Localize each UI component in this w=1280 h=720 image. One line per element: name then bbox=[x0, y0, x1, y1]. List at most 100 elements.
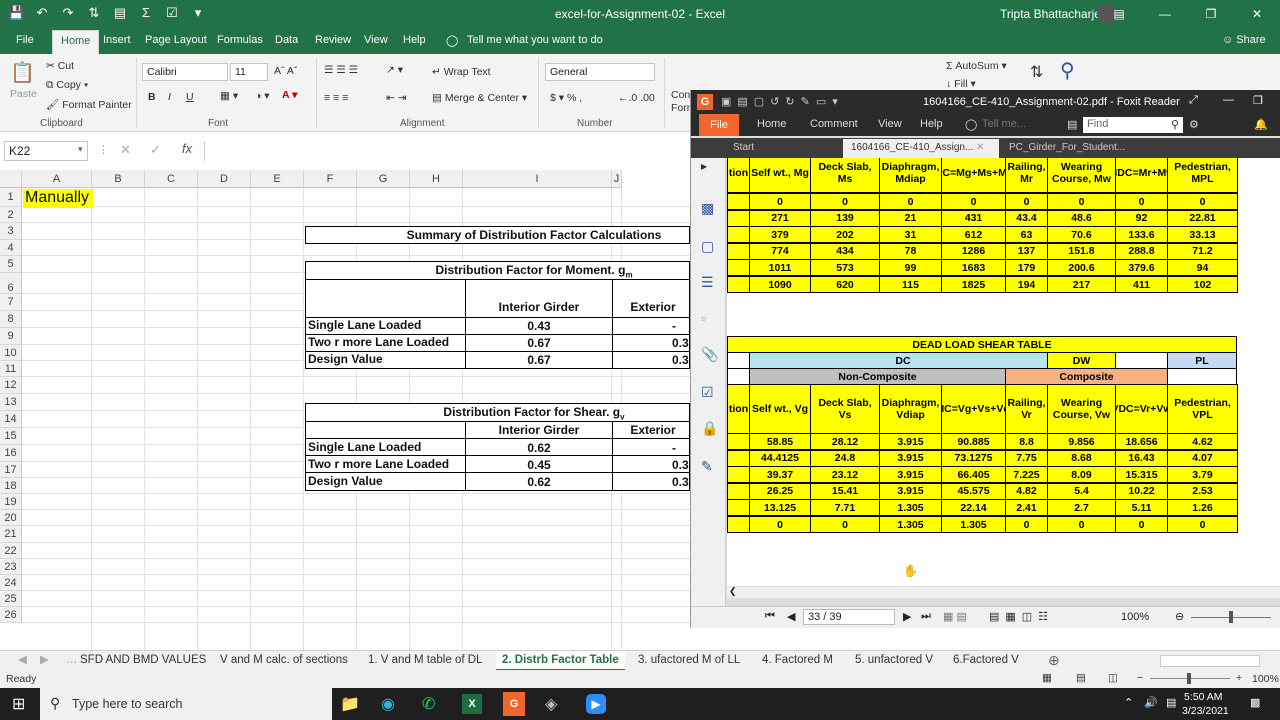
column-header[interactable]: H bbox=[410, 170, 463, 188]
sheet-tab-distrb-factor[interactable]: 2. Distrb Factor Table bbox=[496, 651, 625, 671]
next-sheet-icon[interactable]: ▶ bbox=[40, 651, 49, 671]
column-header[interactable]: B bbox=[92, 170, 145, 188]
wrap-text-button[interactable]: ↵ Wrap Text bbox=[432, 66, 491, 78]
comment-panel-icon[interactable]: ▫ bbox=[701, 310, 706, 326]
underline-button[interactable]: U bbox=[186, 91, 194, 103]
zoom-in-icon[interactable]: + bbox=[1236, 672, 1242, 684]
cut-button[interactable]: ✂ Cut bbox=[46, 60, 74, 72]
tab-page-layout[interactable]: Page Layout bbox=[145, 34, 207, 46]
font-size-dropdown[interactable]: 11 bbox=[230, 63, 268, 81]
zoom-out-icon[interactable]: − bbox=[1137, 672, 1143, 684]
moment-int-design[interactable]: 0.67 bbox=[466, 353, 612, 367]
close-icon[interactable]: ✕ bbox=[1234, 0, 1280, 28]
shear-ext-two[interactable]: 0.3 bbox=[672, 458, 690, 472]
cancel-icon[interactable]: ✕ bbox=[120, 142, 131, 158]
last-page-icon[interactable]: ⏭ bbox=[921, 610, 931, 623]
row-header[interactable]: 16 bbox=[0, 445, 22, 462]
whatsapp-icon[interactable]: ✆ bbox=[422, 694, 435, 714]
row-header[interactable]: 25 bbox=[0, 591, 22, 607]
tell-me-search[interactable]: Tell me what you want to do bbox=[467, 34, 603, 46]
autosum-button[interactable]: Σ AutoSum ▾ bbox=[946, 60, 1007, 72]
font-grow-icon[interactable]: Aˆ Aˇ bbox=[274, 65, 297, 77]
share-button[interactable]: ☺ Share bbox=[1222, 34, 1266, 46]
horizontal-scrollbar[interactable] bbox=[1160, 655, 1260, 667]
pdf-zoom-level[interactable]: 100% bbox=[1121, 611, 1149, 623]
foxit-taskbar-icon[interactable]: G bbox=[503, 692, 525, 716]
moment-int-two[interactable]: 0.67 bbox=[466, 336, 612, 350]
prev-page-icon[interactable]: ◀ bbox=[787, 610, 795, 623]
first-page-icon[interactable]: ⏮ bbox=[765, 610, 775, 623]
pdf-find-options-icon[interactable]: ▤ bbox=[1067, 118, 1077, 131]
taskbar-time[interactable]: 5:50 AM bbox=[1184, 691, 1223, 703]
pdf-quick-tools-icon[interactable]: ▣▤▢↺↻✎▭▾ bbox=[721, 95, 844, 108]
more-sheets-icon[interactable]: … bbox=[66, 651, 78, 671]
edge-browser-icon[interactable]: ◉ bbox=[381, 694, 395, 714]
next-page-icon[interactable]: ▶ bbox=[903, 610, 911, 623]
sheet-tab-v-m-table[interactable]: 1. V and M table of DL bbox=[368, 651, 482, 671]
prev-sheet-icon[interactable]: ◀ bbox=[18, 651, 27, 671]
zoom-slider-thumb[interactable] bbox=[1187, 673, 1191, 684]
column-header[interactable]: D bbox=[198, 170, 251, 188]
app-taskbar-icon[interactable]: ◈ bbox=[545, 694, 557, 714]
shear-ext-design[interactable]: 0.3 bbox=[672, 475, 690, 489]
sheet-tab-v-m-calc[interactable]: V and M calc. of sections bbox=[220, 651, 348, 671]
pdf-zoom-out-icon[interactable]: ⊖ bbox=[1175, 610, 1184, 623]
layers-icon[interactable]: ☰ bbox=[701, 274, 714, 291]
tab-insert[interactable]: Insert bbox=[103, 34, 131, 46]
paste-button[interactable]: Paste bbox=[10, 88, 37, 100]
layout-icons[interactable]: ▦ ▤ bbox=[943, 610, 967, 623]
row-header[interactable]: 24 bbox=[0, 575, 22, 591]
row-header[interactable]: 4 bbox=[0, 240, 22, 256]
conditional-format-label[interactable]: Con bbox=[671, 89, 690, 101]
row-header[interactable]: 6 bbox=[0, 273, 22, 294]
pdf-menu-help[interactable]: Help bbox=[920, 118, 943, 130]
row-header[interactable]: 18 bbox=[0, 478, 22, 494]
lock-icon[interactable]: 🔒 bbox=[701, 420, 718, 437]
sort-filter-icon[interactable]: ⇅ bbox=[1030, 62, 1043, 82]
tab-review[interactable]: Review bbox=[315, 34, 351, 46]
row-header[interactable]: 20 bbox=[0, 510, 22, 526]
currency-icon[interactable]: $ ▾ % , bbox=[550, 92, 582, 104]
column-header[interactable]: E bbox=[251, 170, 304, 188]
pdf-tab-close-icon[interactable]: ✕ bbox=[976, 142, 984, 153]
row-header[interactable]: 2 bbox=[0, 207, 22, 223]
zoom-app-icon[interactable]: ▶ bbox=[586, 694, 606, 714]
row-header[interactable]: 13 bbox=[0, 394, 22, 411]
pdf-fullscreen-icon[interactable]: ⤢ bbox=[1189, 94, 1198, 107]
merge-center-button[interactable]: ▤ Merge & Center ▾ bbox=[432, 92, 527, 104]
row-header[interactable]: 8 bbox=[0, 311, 22, 328]
find-select-icon[interactable]: ⚲ bbox=[1060, 58, 1075, 83]
pdf-menu-home[interactable]: Home bbox=[757, 118, 786, 130]
indent-icon[interactable]: ⇤ ⇥ bbox=[386, 92, 407, 104]
volume-icon[interactable]: 🔊 bbox=[1144, 696, 1158, 709]
notification-icon[interactable]: ▩ bbox=[1250, 696, 1260, 709]
pdf-bell-icon[interactable]: 🔔 bbox=[1254, 118, 1268, 131]
tab-data[interactable]: Data bbox=[275, 34, 298, 46]
name-box[interactable]: K22 bbox=[4, 141, 88, 161]
orientation-icon[interactable]: ↗ ▾ bbox=[386, 64, 403, 76]
row-header[interactable]: 5 bbox=[0, 256, 22, 273]
moment-ext-single[interactable]: - bbox=[672, 319, 690, 333]
panel-expand-icon[interactable]: ▶ bbox=[701, 162, 707, 171]
number-format-dropdown[interactable]: General bbox=[545, 63, 655, 81]
pdf-restore-icon[interactable]: ❐ bbox=[1253, 94, 1263, 107]
column-header[interactable]: C bbox=[145, 170, 198, 188]
pdf-settings-icon[interactable]: ⚙ bbox=[1189, 118, 1199, 131]
row-header[interactable]: 1 bbox=[0, 188, 22, 207]
tab-home[interactable]: Home bbox=[52, 30, 100, 54]
row-header[interactable]: 9 bbox=[0, 328, 22, 345]
shear-int-single[interactable]: 0.62 bbox=[466, 441, 612, 455]
taskbar-search[interactable]: ⚲ Type here to search bbox=[40, 688, 332, 720]
minimize-icon[interactable]: — bbox=[1142, 0, 1188, 28]
moment-ext-design[interactable]: 0.3 bbox=[672, 353, 690, 367]
sheet-tab-unfactored-m[interactable]: 3. ufactored M of LL bbox=[638, 651, 740, 671]
insert-function-icon[interactable]: fx bbox=[182, 141, 192, 156]
tab-file[interactable]: File bbox=[16, 34, 34, 46]
cell-a1[interactable]: Manually bbox=[23, 189, 93, 208]
column-header[interactable]: I bbox=[463, 170, 612, 188]
row-header[interactable]: 26 bbox=[0, 607, 22, 623]
network-icon[interactable]: ▤ bbox=[1166, 696, 1176, 709]
pdf-tab-assignment[interactable]: 1604166_CE-410_Assign... ✕ bbox=[843, 139, 999, 158]
column-header[interactable]: G bbox=[357, 170, 410, 188]
row-header[interactable]: 11 bbox=[0, 361, 22, 377]
